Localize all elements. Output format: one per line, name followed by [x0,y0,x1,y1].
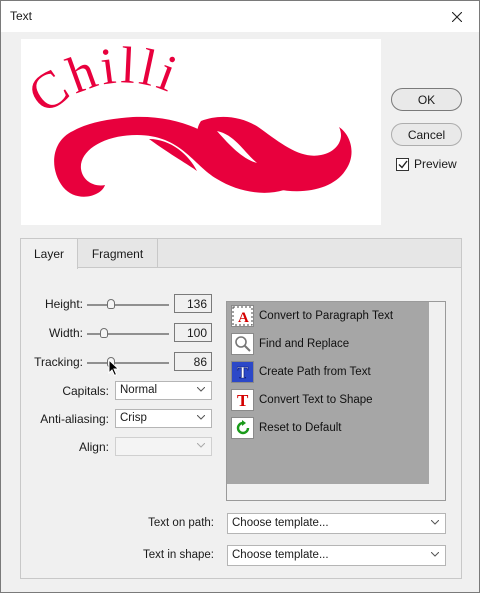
anti-aliasing-label: Anti-aliasing: [40,412,109,426]
anti-aliasing-value: Crisp [120,412,147,424]
command-label: Reset to Default [259,422,342,434]
chevron-down-icon [197,443,205,448]
commands-list: A Convert to Paragraph Text Find and Rep… [226,301,446,501]
text-in-shape-value: Choose template... [232,549,329,561]
tab-fragment[interactable]: Fragment [78,239,158,268]
paragraph-text-icon: A [231,305,254,327]
text-path-icon: T [231,361,254,383]
svg-text:A: A [238,310,249,326]
text-dialog: Text Chilli OK Cancel Preview Layer Frag… [0,0,480,593]
tab-bar: Layer Fragment [21,239,461,269]
text-shape-icon: T [231,389,254,411]
width-label: Width: [48,326,83,340]
chevron-down-icon [431,520,439,525]
chevron-down-icon [197,387,205,392]
text-on-path-label: Text on path: [148,517,214,529]
svg-text:T: T [237,391,249,409]
svg-text:T: T [237,363,249,381]
commands-list-area: A Convert to Paragraph Text Find and Rep… [227,302,429,484]
preview-label: Preview [414,157,457,171]
svg-text:Chilli: Chilli [21,39,187,125]
tracking-label: Tracking: [34,355,83,369]
capitals-select[interactable]: Normal [115,381,212,400]
height-value[interactable]: 136 [174,294,212,313]
ok-button[interactable]: OK [391,88,462,111]
preview-area: Chilli [19,37,381,225]
align-select [115,437,212,456]
text-in-shape-label: Text in shape: [143,549,214,561]
cancel-button[interactable]: Cancel [391,123,462,146]
chevron-down-icon [197,415,205,420]
width-value[interactable]: 100 [174,323,212,342]
height-slider-thumb[interactable] [107,299,115,309]
reset-icon [231,417,254,439]
command-label: Convert Text to Shape [259,394,373,406]
text-in-shape-select[interactable]: Choose template... [227,545,446,566]
tracking-value[interactable]: 86 [174,352,212,371]
align-label: Align: [78,440,109,454]
title-bar: Text [1,1,479,32]
window-title: Text [10,9,33,23]
checkmark-icon [398,160,408,169]
checkbox-box[interactable] [396,157,409,171]
command-label: Create Path from Text [259,366,371,378]
command-label: Find and Replace [259,338,350,350]
magnifier-icon [231,333,254,355]
capitals-label: Capitals: [62,384,109,398]
close-button[interactable] [435,1,479,32]
command-convert-paragraph[interactable]: A Convert to Paragraph Text [231,304,393,328]
text-on-path-value: Choose template... [232,517,329,529]
command-convert-shape[interactable]: T Convert Text to Shape [231,388,373,412]
text-on-path-select[interactable]: Choose template... [227,513,446,534]
chilli-logo: Chilli [19,37,352,197]
anti-aliasing-select[interactable]: Crisp [115,409,212,428]
height-slider-track[interactable] [87,304,169,306]
command-label: Convert to Paragraph Text [259,310,394,322]
chevron-down-icon [431,552,439,557]
settings-panel: Layer Fragment Height: 136 Width: 100 Tr… [20,238,462,579]
command-find-replace[interactable]: Find and Replace [231,332,349,356]
command-reset-default[interactable]: Reset to Default [231,416,341,440]
capitals-value: Normal [120,384,158,396]
tracking-slider-track[interactable] [87,362,169,364]
close-icon [452,11,462,22]
height-label: Height: [44,297,83,311]
mouse-cursor-icon [108,359,120,377]
preview-checkbox[interactable]: Preview [396,157,457,171]
command-create-path[interactable]: T Create Path from Text [231,360,371,384]
tab-layer[interactable]: Layer [21,239,78,269]
width-slider-thumb[interactable] [100,328,108,338]
